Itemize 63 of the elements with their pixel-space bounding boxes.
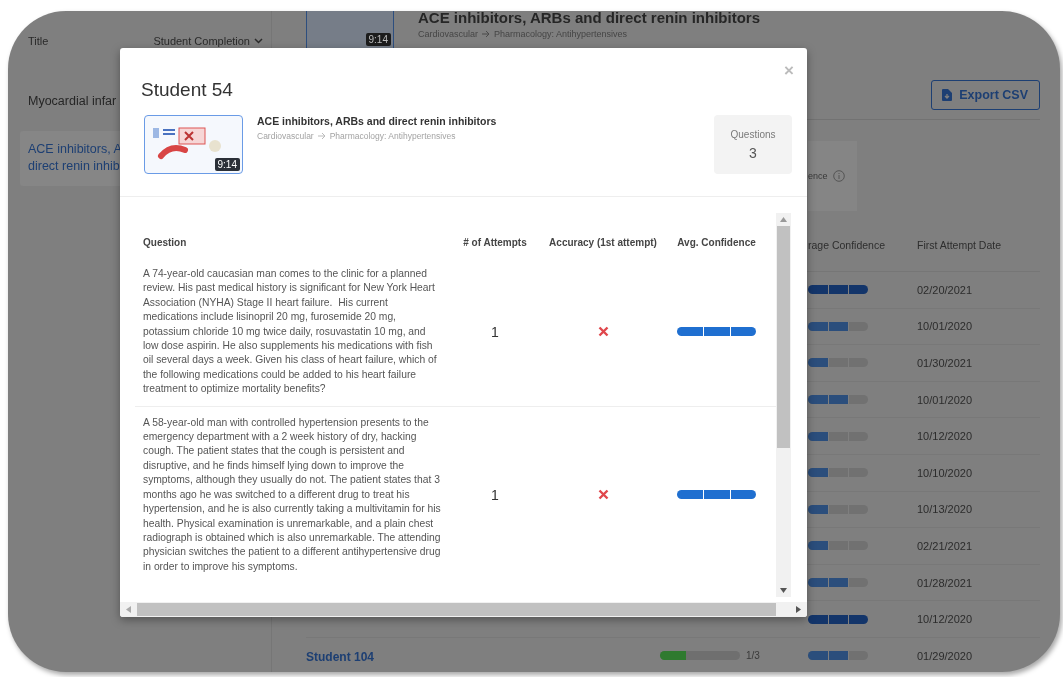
date-cell-text: 01/30/2021 bbox=[917, 357, 974, 369]
column-header: # of Attempts bbox=[462, 237, 528, 248]
date-cell-text: 10/12/2020 bbox=[917, 430, 974, 443]
column-header: Title bbox=[28, 35, 49, 47]
scrollbar-thumb[interactable] bbox=[137, 603, 776, 616]
right-arrow-icon[interactable] bbox=[796, 606, 801, 613]
column-header: Question bbox=[143, 237, 188, 248]
date-cell-text: 10/12/2020 bbox=[917, 613, 974, 626]
duration-badge: 9:14 bbox=[365, 33, 391, 46]
export-csv-button[interactable]: Export CSV bbox=[931, 80, 1040, 110]
confidence-bar bbox=[808, 614, 868, 624]
date-cell-text: 02/20/2021 bbox=[917, 283, 974, 296]
horizontal-scrollbar[interactable] bbox=[120, 602, 807, 617]
date-cell-text: 10/01/2020 bbox=[917, 393, 974, 406]
left-arrow-icon[interactable] bbox=[126, 606, 131, 613]
confidence-bar bbox=[808, 395, 868, 405]
confidence-bar bbox=[808, 358, 868, 368]
confidence-bar bbox=[808, 285, 868, 295]
breadcrumb-item: Cardiovascular bbox=[257, 131, 314, 141]
date-cell-text: 01/28/2021 bbox=[917, 576, 974, 589]
file-download-icon bbox=[942, 89, 953, 101]
vertical-scrollbar[interactable] bbox=[776, 213, 791, 597]
video-title: ACE inhibitors, ARBs and direct renin inhibitors bbox=[257, 115, 498, 127]
column-header: Avg. Confidence bbox=[677, 237, 756, 248]
date-cell-text: 10/10/2020 bbox=[917, 466, 974, 479]
stat-label: ence bbox=[808, 171, 828, 181]
attempts-count: 1 bbox=[490, 486, 500, 503]
video-title: ACE inhibitors, ARBs and direct renin inhibitors bbox=[418, 11, 760, 26]
confidence-bar bbox=[808, 468, 868, 478]
confidence-bar bbox=[808, 541, 868, 551]
student-link[interactable]: Student 104 bbox=[306, 649, 374, 664]
confidence-bar bbox=[808, 578, 868, 588]
stat-value: 3 bbox=[749, 144, 757, 161]
date-cell-text: 01/29/2020 bbox=[917, 649, 974, 662]
column-header: Accuracy (1st attempt) bbox=[548, 237, 658, 248]
dialog-title: Student 54 bbox=[141, 79, 233, 101]
confidence-bar bbox=[808, 431, 868, 441]
date-cell-text: 10/13/2020 bbox=[917, 503, 974, 516]
column-header: rage Confidence bbox=[807, 239, 887, 251]
breadcrumb-item: Pharmacology: Antihypertensives bbox=[329, 131, 456, 141]
scrollbar-thumb[interactable] bbox=[777, 226, 790, 448]
question-text: A 74-year-old caucasian man comes to the clinic for a planned review. His past medical history is significant for New York Heart Association (NYHA) Stage II heart failure. His current medications include lisinopril 20 mg, furosemide 20 mg, potassium chloride 10 mg twice daily, rosuvastatin 10 mg, and low dose aspirin. He also supplements his medications with fish oil several days a week. Given his class of heart failure, which of the following medications could be added to his heart failure treatment to optimize mortality benefits? bbox=[143, 267, 438, 397]
arrow-icon bbox=[481, 30, 492, 38]
arrow-icon bbox=[316, 132, 327, 140]
question-text: A 58-year-old man with controlled hypertension presents to the emergency department with a 2 week history of dry, hacking cough. The patient states that the cough is persistent and disruptive, and he finds himself lying down to improve the symptoms, although they usually do not. The patient states that 3 months ago he was switched to a different drug to treat his hypertension, and he is also currently taking a multivitamin for his health. Physical examination is unremarkable, and a plain chest radiograph is obtained which is also unremarkable. The attending physician switches the patient to a different antihypertensive drug in order to improve his symptoms. bbox=[143, 415, 442, 574]
confidence-bar bbox=[808, 321, 868, 331]
close-button[interactable]: × bbox=[784, 62, 794, 79]
video-thumbnail[interactable]: 9:14 bbox=[306, 11, 394, 49]
attempts-count: 1 bbox=[490, 323, 500, 340]
date-cell-text: 02/21/2021 bbox=[917, 539, 974, 552]
date-cell-text: 10/01/2020 bbox=[917, 320, 974, 333]
video-thumbnail[interactable]: 9:14 bbox=[144, 115, 243, 174]
completion-count: 1/3 bbox=[746, 650, 760, 662]
column-header: First Attempt Date bbox=[917, 239, 1003, 251]
duration-badge: 9:14 bbox=[214, 158, 240, 171]
info-icon[interactable] bbox=[832, 170, 845, 182]
confidence-bar bbox=[808, 651, 868, 661]
up-arrow-icon[interactable] bbox=[780, 217, 787, 222]
stat-label: Questions bbox=[730, 128, 776, 140]
down-arrow-icon[interactable] bbox=[780, 588, 787, 593]
confidence-bar bbox=[808, 504, 868, 514]
chevron-icon bbox=[254, 38, 263, 44]
sort-button[interactable]: Student Completion bbox=[153, 35, 263, 47]
